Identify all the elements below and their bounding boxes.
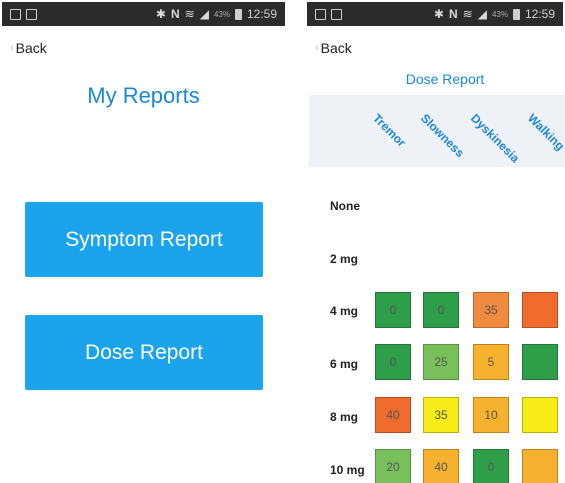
my-reports-screen: ✱ N ≋ ◢ 43% 12:59 ‹ Back My Reports Symp…: [0, 0, 287, 483]
grid-cell: [522, 449, 558, 483]
row-label-10mg: 10 mg: [330, 463, 365, 477]
nfc-icon: N: [448, 7, 458, 21]
grid-cell: 40: [423, 449, 459, 483]
status-time: 12:59: [524, 7, 555, 21]
grid-cell: 0: [423, 292, 459, 328]
signal-icon: ◢: [477, 7, 487, 21]
symptom-report-button[interactable]: Symptom Report: [25, 202, 263, 277]
page-title: Dose Report: [405, 71, 485, 87]
battery-icon: [512, 8, 520, 20]
grid-cell: [522, 292, 558, 328]
grid-cell: 5: [473, 344, 509, 380]
battery-percent: 43%: [213, 9, 230, 19]
notification-icon: [315, 8, 326, 20]
wifi-icon: ≋: [184, 7, 195, 21]
grid-cell: 20: [375, 449, 411, 483]
wifi-icon: ≋: [462, 7, 473, 21]
grid-cell: 35: [423, 397, 459, 433]
back-button[interactable]: ‹ Back: [10, 40, 47, 56]
status-bar: ✱ N ≋ ◢ 43% 12:59: [307, 2, 563, 26]
signal-icon: ◢: [199, 7, 209, 21]
grid-cell: 0: [375, 344, 411, 380]
page-title: My Reports: [87, 83, 200, 108]
screenshot-icon: [26, 8, 37, 20]
back-button[interactable]: ‹ Back: [315, 40, 352, 56]
bluetooth-icon: ✱: [155, 7, 166, 21]
dose-report-screen: ✱ N ≋ ◢ 43% 12:59 ‹ Back Dose Report Tre…: [305, 0, 565, 483]
grid-cell: 35: [473, 292, 509, 328]
battery-icon: [234, 8, 242, 20]
chevron-left-icon: ‹: [315, 42, 319, 54]
grid-cell: 25: [423, 344, 459, 380]
grid-cell: 0: [473, 449, 509, 483]
row-label-4mg: 4 mg: [330, 304, 359, 318]
status-time: 12:59: [246, 7, 277, 21]
grid-cell: 0: [375, 292, 411, 328]
nfc-icon: N: [170, 7, 180, 21]
row-label-8mg: 8 mg: [330, 410, 359, 424]
dose-report-button[interactable]: Dose Report: [25, 315, 263, 390]
grid-cell: [522, 397, 558, 433]
battery-percent: 43%: [491, 9, 508, 19]
status-bar: ✱ N ≋ ◢ 43% 12:59: [2, 2, 285, 26]
row-label-2mg: 2 mg: [330, 252, 359, 266]
bluetooth-icon: ✱: [433, 7, 444, 21]
grid-cell: 40: [375, 397, 411, 433]
back-label: Back: [15, 40, 47, 56]
grid-cell: [522, 344, 558, 380]
row-label-none: None: [330, 199, 360, 213]
back-label: Back: [320, 40, 352, 56]
row-label-6mg: 6 mg: [330, 357, 359, 371]
grid-cell: 10: [473, 397, 509, 433]
chevron-left-icon: ‹: [10, 42, 14, 54]
notification-icon: [10, 8, 21, 20]
screenshot-icon: [331, 8, 342, 20]
